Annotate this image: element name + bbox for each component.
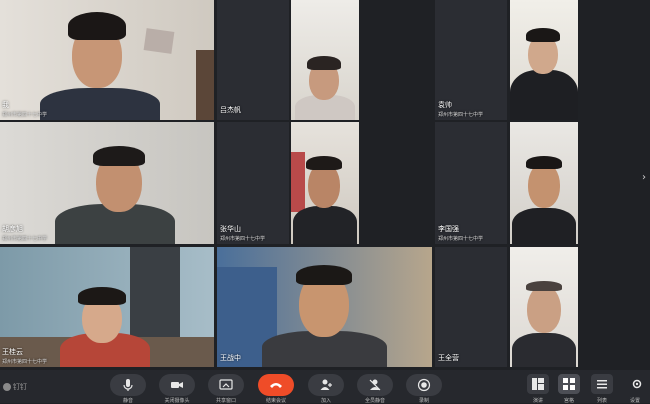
participant-org: 郑州市第四十七中学 bbox=[438, 236, 484, 242]
dingtalk-logo-icon bbox=[3, 383, 11, 391]
record-button[interactable] bbox=[406, 374, 442, 396]
participant-name: 张华山 bbox=[220, 225, 241, 233]
participant-name: 王全营 bbox=[438, 354, 459, 362]
gear-icon bbox=[632, 379, 642, 389]
grid-layout-button[interactable] bbox=[558, 374, 580, 394]
video-tile-14[interactable] bbox=[510, 247, 578, 367]
video-tile-5[interactable] bbox=[510, 0, 578, 120]
hang-up-icon bbox=[270, 383, 282, 388]
microphone-icon bbox=[123, 379, 133, 391]
camera-off-button[interactable] bbox=[159, 374, 195, 396]
video-tile-huyanxu[interactable]: 胡彦旭 郑州市第四十七中学 bbox=[0, 122, 214, 244]
video-feed bbox=[510, 0, 578, 120]
video-tile-3[interactable] bbox=[291, 0, 359, 120]
meeting-toolbar: 钉钉 静音 关闭摄像头 共享窗口 结束会议 加入 全员静音 录制 演讲 宫格 列… bbox=[0, 370, 650, 404]
add-person-icon bbox=[320, 379, 332, 390]
list-button[interactable] bbox=[591, 374, 613, 394]
speaker-layout-icon bbox=[532, 378, 544, 390]
grid-layout-icon bbox=[563, 378, 575, 390]
video-feed bbox=[291, 122, 359, 244]
list-icon bbox=[597, 380, 607, 389]
share-screen-button[interactable] bbox=[208, 374, 244, 396]
video-tile-wangzhanzhong[interactable]: 王战中 bbox=[217, 247, 432, 367]
participant-org: 郑州市第四十七中学 bbox=[2, 359, 48, 365]
camera-icon bbox=[171, 382, 183, 388]
video-tile-yuanshuai[interactable]: 袁帅 郑州市第四十七中学 bbox=[435, 0, 507, 120]
video-feed bbox=[291, 0, 359, 120]
video-tile-me[interactable]: 我 郑州市第四十七中学 bbox=[0, 0, 214, 120]
video-tile-10[interactable] bbox=[510, 122, 578, 244]
video-feed bbox=[0, 122, 214, 244]
end-meeting-button[interactable] bbox=[258, 374, 294, 396]
video-feed bbox=[217, 247, 432, 367]
record-icon bbox=[417, 378, 431, 392]
participant-name: 李国强 bbox=[438, 225, 459, 233]
screen-share-icon bbox=[219, 379, 233, 390]
mute-all-button[interactable] bbox=[357, 374, 393, 396]
video-tile-zhanghuashan[interactable]: 张华山 郑州市第四十七中学 bbox=[217, 122, 289, 244]
speaker-layout-button[interactable] bbox=[527, 374, 549, 394]
video-feed bbox=[0, 0, 214, 120]
mute-button[interactable] bbox=[110, 374, 146, 396]
app-logo-text: 钉钉 bbox=[13, 383, 27, 391]
video-feed bbox=[510, 122, 578, 244]
participant-name: 袁帅 bbox=[438, 101, 452, 109]
video-tile-wangguiyun[interactable]: 王桂云 郑州市第四十七中学 bbox=[0, 247, 214, 367]
next-page-arrow-icon[interactable]: › bbox=[642, 166, 650, 190]
participant-name: 王战中 bbox=[220, 354, 241, 362]
participant-org: 郑州市第四十七中学 bbox=[2, 112, 48, 118]
video-feed bbox=[0, 247, 214, 367]
add-participant-button[interactable] bbox=[308, 374, 344, 396]
participant-name: 我 bbox=[2, 101, 9, 109]
app-logo: 钉钉 bbox=[3, 382, 27, 392]
settings-button[interactable] bbox=[626, 374, 648, 394]
participant-name: 胡彦旭 bbox=[2, 225, 23, 233]
video-tile-lvjiefan[interactable]: 吕杰帆 bbox=[217, 0, 289, 120]
video-tile-8[interactable] bbox=[291, 122, 359, 244]
video-tile-wangquanying[interactable]: 王全营 bbox=[435, 247, 507, 367]
video-feed bbox=[510, 247, 578, 367]
video-grid: 我 郑州市第四十七中学 吕杰帆 袁帅 郑州市第四十七中学 胡彦旭 郑州市第四十七… bbox=[0, 0, 650, 370]
participant-org: 郑州市第四十七中学 bbox=[220, 236, 266, 242]
participant-name: 吕杰帆 bbox=[220, 106, 241, 114]
participant-name: 王桂云 bbox=[2, 348, 23, 356]
mute-all-icon bbox=[369, 379, 381, 391]
participant-org: 郑州市第四十七中学 bbox=[438, 112, 484, 118]
video-tile-liguoqiang[interactable]: 李国强 郑州市第四十七中学 bbox=[435, 122, 507, 244]
participant-org: 郑州市第四十七中学 bbox=[2, 236, 48, 242]
